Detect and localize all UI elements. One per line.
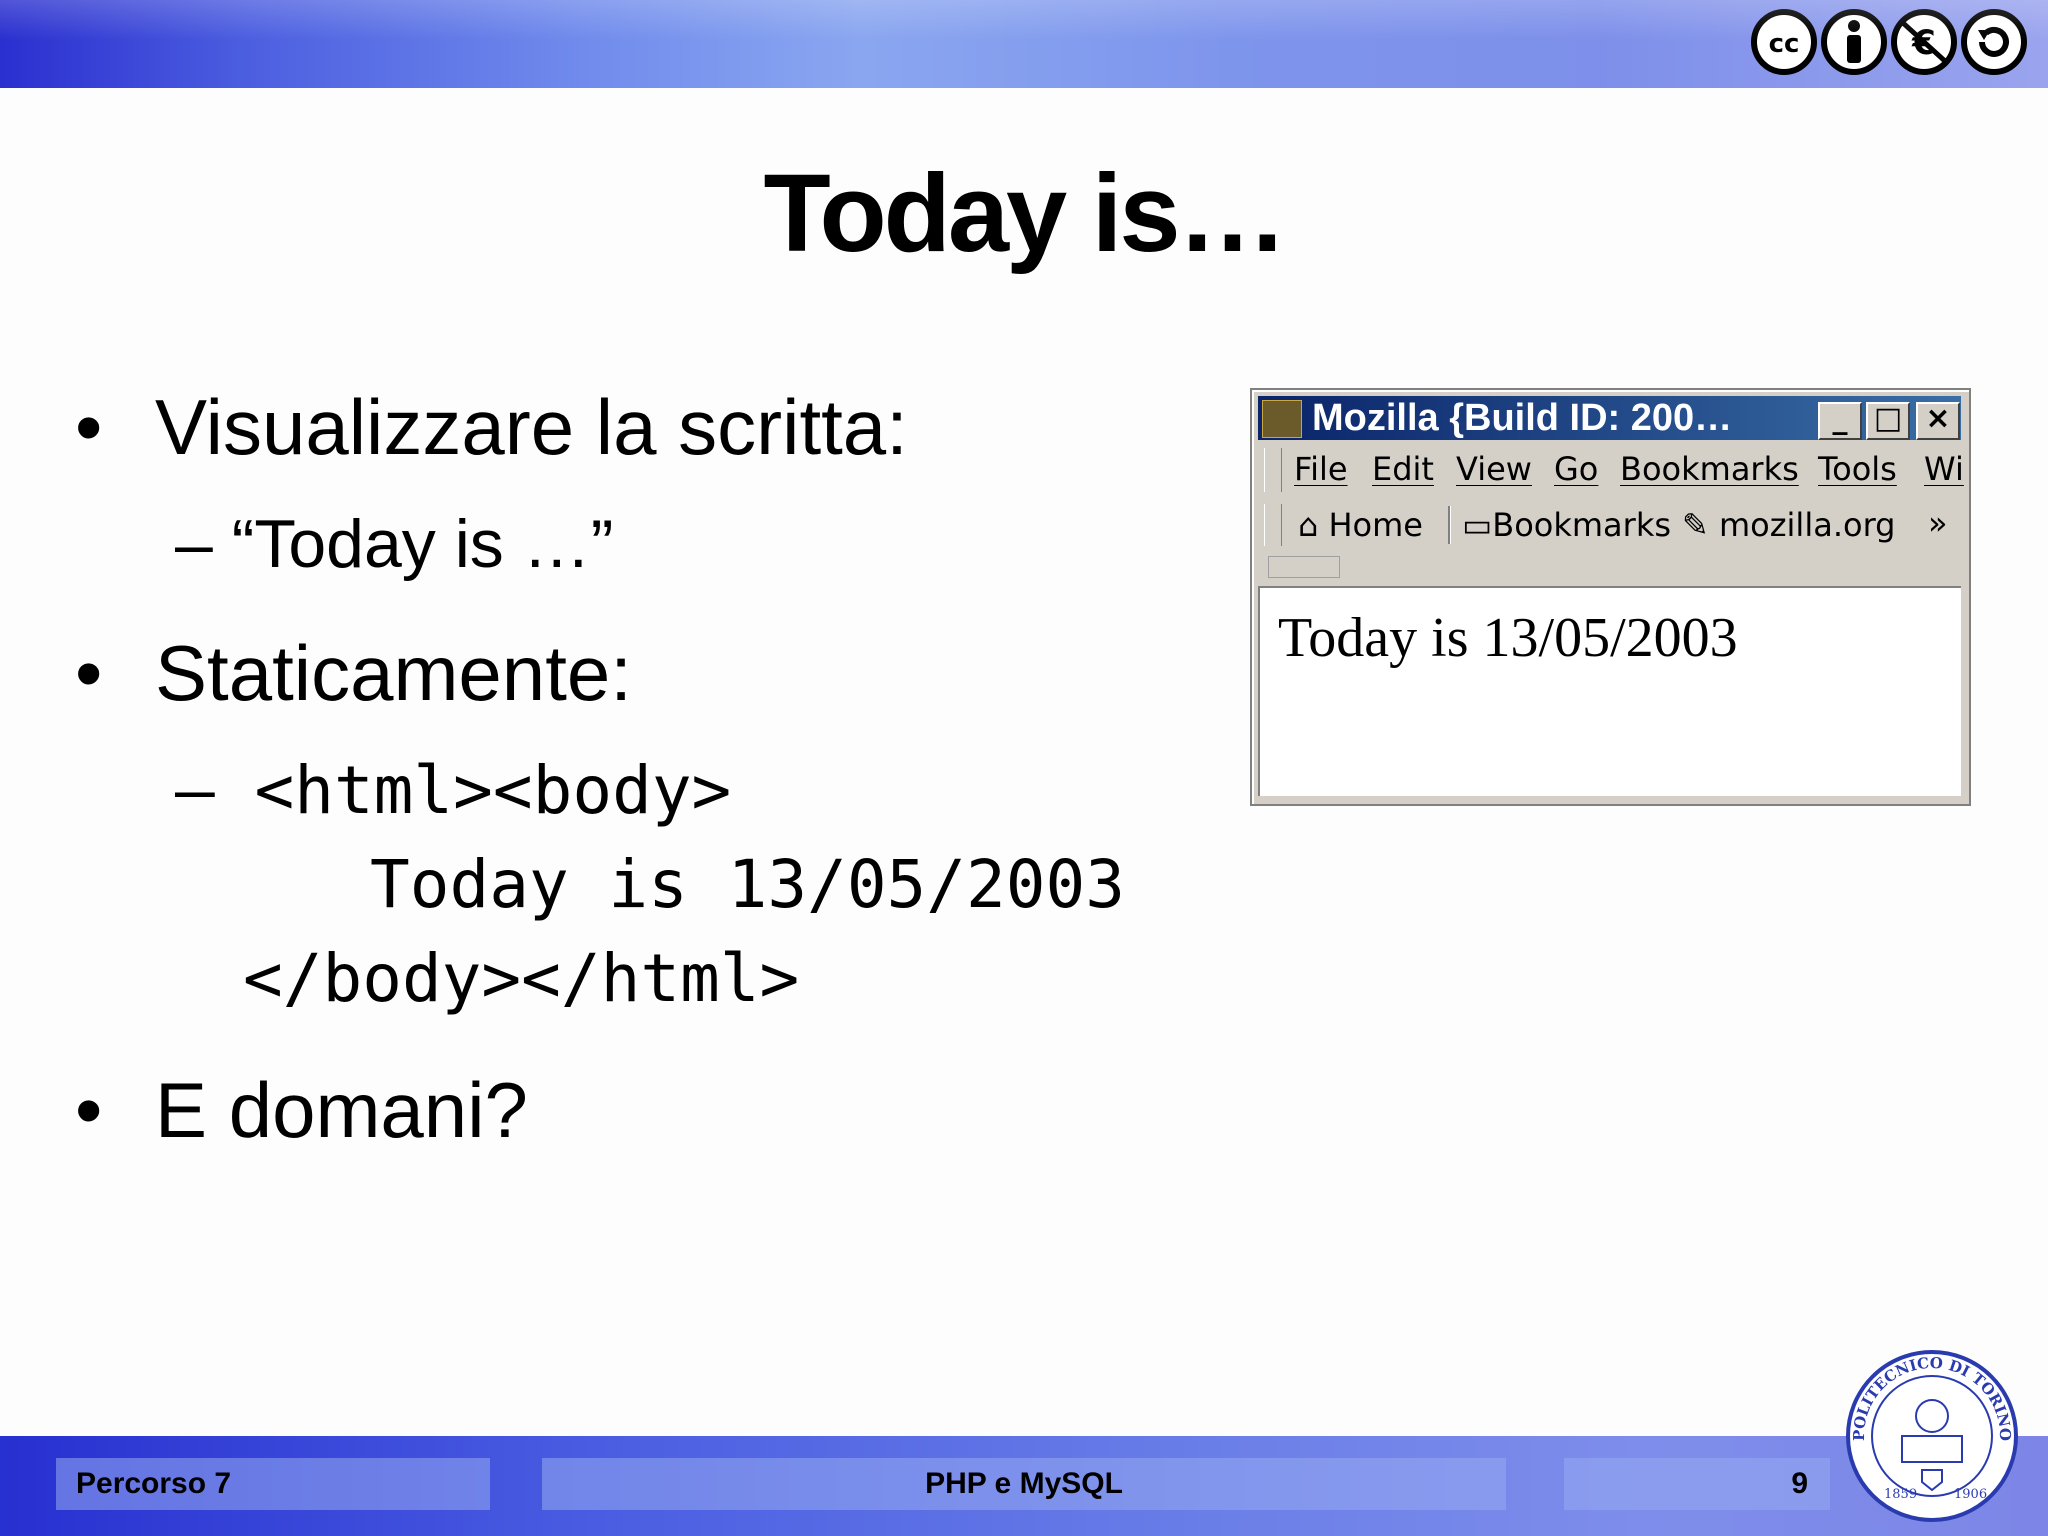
browser-title: Mozilla {Build ID: 200… (1312, 397, 1733, 439)
menu-edit[interactable]: Edit (1372, 450, 1434, 488)
page-output-text: Today is 13/05/2003 (1278, 607, 1738, 669)
browser-menubar: File Edit View Go Bookmarks Tools Wi (1258, 444, 1964, 496)
nc-icon: € (1891, 9, 1957, 75)
footer-page: 9 (1564, 1458, 1830, 1510)
mozilla-org-link[interactable]: ✎ mozilla.org (1682, 506, 1895, 544)
menubar-grip[interactable] (1264, 448, 1282, 492)
footer-bar: Percorso 7 PHP e MySQL 9 (0, 1436, 2048, 1536)
footer-course-label: Percorso 7 (76, 1467, 232, 1500)
bookmarks-label: Bookmarks (1492, 506, 1672, 544)
collapsed-toolbar (1258, 554, 1961, 580)
code-line: </body></html> (243, 940, 800, 1017)
toolbar-separator (1448, 506, 1451, 544)
bullet-text: Staticamente: (155, 629, 632, 717)
footer-topic: PHP e MySQL (542, 1458, 1506, 1510)
bullet-glyph: • (75, 1066, 103, 1154)
menu-view[interactable]: View (1456, 450, 1532, 488)
cc-icon: cc (1751, 9, 1817, 75)
svg-text:cc: cc (1769, 29, 1800, 59)
folder-icon: ▭ (1462, 506, 1493, 544)
personal-toolbar: ⌂ Home ▭Bookmarks ✎ mozilla.org » (1258, 500, 1961, 550)
home-icon: ⌂ (1298, 506, 1319, 544)
mozilla-app-icon (1262, 400, 1302, 438)
footer-topic-label: PHP e MySQL (925, 1467, 1123, 1500)
menu-tools[interactable]: Tools (1818, 450, 1897, 488)
seal-year-left: 1859 (1884, 1487, 1917, 1502)
page-number: 9 (1791, 1467, 1808, 1500)
collapsed-toolbar-tab[interactable] (1268, 556, 1340, 578)
menu-file[interactable]: File (1294, 450, 1348, 488)
maximize-button[interactable]: □ (1866, 402, 1910, 440)
mozilla-org-label: mozilla.org (1718, 506, 1896, 544)
bullet-text: E domani? (155, 1066, 528, 1154)
sub-bullet-text: – “Today is …” (175, 506, 614, 582)
browser-viewport: Today is 13/05/2003 (1258, 586, 1961, 796)
home-label: Home (1328, 506, 1423, 544)
menu-window[interactable]: Wi (1924, 450, 1964, 488)
minimize-button[interactable]: _ (1818, 402, 1862, 440)
menu-bookmarks[interactable]: Bookmarks (1620, 450, 1799, 488)
bookmarks-folder[interactable]: ▭Bookmarks (1462, 506, 1671, 544)
bullet-glyph: • (75, 629, 103, 717)
politecnico-seal-logo: POLITECNICO DI TORINO 1859 1906 (1846, 1350, 2018, 1522)
code-line: Today is 13/05/2003 (370, 846, 1125, 923)
toolbar-grip[interactable] (1264, 504, 1282, 546)
footer-course: Percorso 7 (56, 1458, 490, 1510)
bullet-text: Visualizzare la scritta: (155, 383, 908, 471)
code-line: – <html><body> (175, 752, 732, 829)
bullet-glyph: • (75, 383, 103, 471)
seal-year-right: 1906 (1954, 1487, 1987, 1502)
chevron-more-icon[interactable]: » (1928, 504, 1948, 542)
sa-icon (1961, 9, 2027, 75)
slide-body: • Visualizzare la scritta: – “Today is …… (0, 0, 1240, 1200)
browser-screenshot: Mozilla {Build ID: 200… _ □ × File Edit … (1250, 388, 1971, 806)
home-button[interactable]: ⌂ Home (1298, 506, 1423, 544)
by-icon (1821, 9, 1887, 75)
cc-license-badge: cc € (1750, 8, 2028, 80)
bookmark-link-icon: ✎ (1682, 506, 1709, 544)
browser-titlebar: Mozilla {Build ID: 200… _ □ × (1258, 396, 1961, 440)
menu-go[interactable]: Go (1554, 450, 1598, 488)
close-button[interactable]: × (1916, 402, 1960, 440)
